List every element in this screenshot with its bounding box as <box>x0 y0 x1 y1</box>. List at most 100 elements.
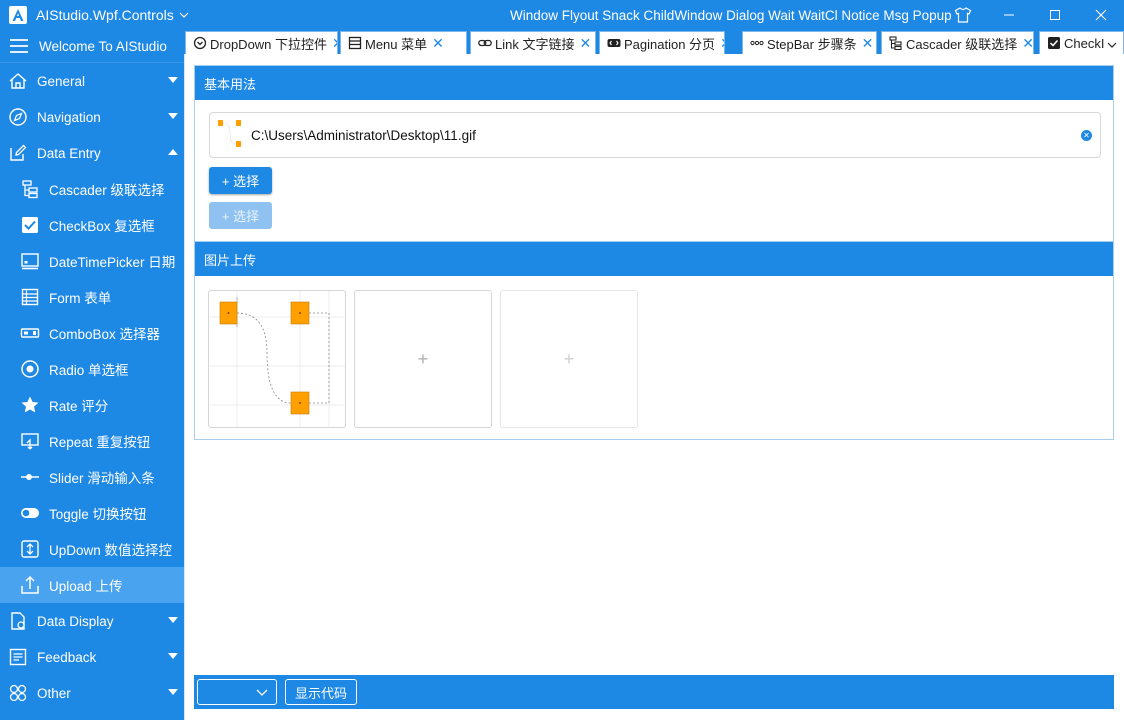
sidebar: Welcome To AIStudio General Navigation Dat… <box>0 30 184 720</box>
sidebar-item-label: Rate 评分 <box>49 399 109 414</box>
calendar-icon <box>20 251 40 271</box>
sidebar-item-navigation[interactable]: Navigation <box>0 99 184 135</box>
select-file-button[interactable]: + 选择 <box>209 167 272 194</box>
tab-label: Cascader 级联选择 <box>906 36 1018 52</box>
cascader-icon <box>889 36 903 50</box>
caret-down-icon <box>168 689 178 695</box>
sidebar-item-rate[interactable]: Rate 评分 <box>0 387 184 423</box>
tab-close-icon[interactable]: ✕ <box>1022 36 1033 50</box>
upload-file-field[interactable]: C:\Users\Administrator\Desktop\11.gif ✕ <box>209 112 1101 158</box>
dropdown-icon <box>193 36 207 50</box>
pagination-icon <box>607 36 621 50</box>
sidebar-item-label: Repeat 重复按钮 <box>49 435 151 450</box>
tab-cascader[interactable]: Cascader 级联选择 ✕ <box>881 31 1034 54</box>
stepbar-icon <box>750 36 764 50</box>
uploaded-image-preview <box>209 291 345 427</box>
file-path: C:\Users\Administrator\Desktop\11.gif <box>251 127 476 143</box>
close-icon[interactable] <box>1078 0 1124 30</box>
sidebar-item-other[interactable]: Other <box>0 675 184 711</box>
show-code-button[interactable]: 显示代码 <box>285 679 357 705</box>
image-upload-panel: 图片上传 + + <box>194 241 1114 440</box>
tab-link[interactable]: Link 文字链接 ✕ <box>470 31 596 54</box>
combobox-icon <box>20 323 40 343</box>
sidebar-item-label: Slider 滑动输入条 <box>49 471 155 486</box>
tab-label: StepBar 步骤条 <box>767 36 857 52</box>
uploaded-image-card[interactable] <box>208 290 346 428</box>
tab-close-icon[interactable]: ✕ <box>862 36 874 50</box>
sidebar-header[interactable]: Welcome To AIStudio <box>0 30 184 63</box>
sidebar-item-label: Other <box>37 685 71 701</box>
add-image-card-disabled: + <box>500 290 638 428</box>
menu-icon <box>348 36 362 50</box>
sidebar-item-radio[interactable]: Radio 单选框 <box>0 351 184 387</box>
sidebar-item-checkbox[interactable]: CheckBox 复选框 <box>0 207 184 243</box>
hamburger-menu-icon[interactable] <box>9 38 29 54</box>
tab-menu[interactable]: Menu 菜单 ✕ <box>340 31 467 54</box>
sidebar-item-datetimepicker[interactable]: DateTimePicker 日期 <box>0 243 184 279</box>
sidebar-item-feedback[interactable]: Feedback <box>0 639 184 675</box>
tab-close-icon[interactable]: ✕ <box>720 36 724 50</box>
toggle-icon <box>20 503 40 523</box>
slider-icon <box>20 467 40 487</box>
sidebar-item-slider[interactable]: Slider 滑动输入条 <box>0 459 184 495</box>
tab-overflow-icon[interactable] <box>1107 36 1117 51</box>
feedback-icon <box>8 647 28 667</box>
sidebar-item-label: Upload 上传 <box>49 579 123 594</box>
select-file-button-disabled: + 选择 <box>209 202 272 229</box>
tab-pagination[interactable]: Pagination 分页 ✕ <box>599 31 725 54</box>
tab-label: Link 文字链接 <box>495 36 575 52</box>
panel-title: 基本用法 <box>195 66 1113 100</box>
repeat-icon <box>20 431 40 451</box>
sidebar-item-upload[interactable]: Upload 上传 <box>0 567 184 603</box>
tab-label: Pagination 分页 <box>624 36 716 52</box>
chevron-down-icon[interactable] <box>178 9 190 21</box>
tab-close-icon[interactable]: ✕ <box>432 36 444 50</box>
tab-checki[interactable]: CheckI <box>1039 31 1124 54</box>
sidebar-header-label: Welcome To AIStudio <box>39 38 167 54</box>
link-icon <box>478 36 492 50</box>
clear-file-icon[interactable]: ✕ <box>1081 130 1092 141</box>
sidebar-item-combobox[interactable]: ComboBox 选择器 <box>0 315 184 351</box>
caret-down-icon <box>168 617 178 623</box>
form-icon <box>20 287 40 307</box>
file-thumbnail <box>216 117 244 153</box>
minimize-icon[interactable] <box>986 0 1032 30</box>
sidebar-item-form[interactable]: Form 表单 <box>0 279 184 315</box>
sidebar-item-general[interactable]: General <box>0 63 184 99</box>
add-image-card[interactable]: + <box>354 290 492 428</box>
tab-close-icon[interactable]: ✕ <box>579 36 591 50</box>
sidebar-item-label: Radio 单选框 <box>49 363 129 378</box>
updown-icon <box>20 539 40 559</box>
tab-label: Menu 菜单 <box>365 36 428 52</box>
shirt-icon[interactable] <box>940 0 986 30</box>
panel-title: 图片上传 <box>195 242 1113 276</box>
caret-up-icon <box>168 149 178 155</box>
title-links[interactable]: Window Flyout Snack ChildWindow Dialog W… <box>510 0 952 30</box>
sidebar-item-data[interactable]: Data Entry <box>0 135 184 171</box>
tab-dropdown[interactable]: DropDown 下拉控件 ✕ <box>185 31 338 54</box>
sidebar-item-toggle[interactable]: Toggle 切换按钮 <box>0 495 184 531</box>
sidebar-item-label: Form 表单 <box>49 291 112 306</box>
home-icon <box>8 71 28 91</box>
basic-usage-panel: 基本用法 C:\Users\Administrator\Desktop\11.g… <box>194 65 1114 242</box>
sidebar-item-label: Feedback <box>37 649 97 665</box>
tab-close-icon[interactable]: ✕ <box>332 36 337 50</box>
sidebar-item-label: Navigation <box>37 109 101 125</box>
sidebar-item-label: Data Entry <box>37 145 101 161</box>
sidebar-item-cascader[interactable]: Cascader 级联选择 <box>0 171 184 207</box>
tab-stepbar[interactable]: StepBar 步骤条 ✕ <box>742 31 877 54</box>
app-name[interactable]: AIStudio.Wpf.Controls <box>36 7 174 23</box>
sidebar-item-label: UpDown 数值选择控 <box>49 543 173 558</box>
sidebar-item-updown[interactable]: UpDown 数值选择控 <box>0 531 184 567</box>
edit-icon <box>8 143 28 163</box>
sidebar-item-label: ComboBox 选择器 <box>49 327 161 342</box>
tab-strip: DropDown 下拉控件✕Menu 菜单✕Link 文字链接✕Paginati… <box>184 30 1124 54</box>
code-language-select[interactable] <box>197 679 277 705</box>
star-icon <box>20 395 40 415</box>
maximize-icon[interactable] <box>1032 0 1078 30</box>
chevron-down-icon <box>256 689 268 696</box>
sidebar-item-label: General <box>37 73 86 89</box>
sidebar-item-data[interactable]: Data Display <box>0 603 184 639</box>
bottom-toolbar: 显示代码 <box>194 675 1114 709</box>
sidebar-item-repeat[interactable]: Repeat 重复按钮 <box>0 423 184 459</box>
